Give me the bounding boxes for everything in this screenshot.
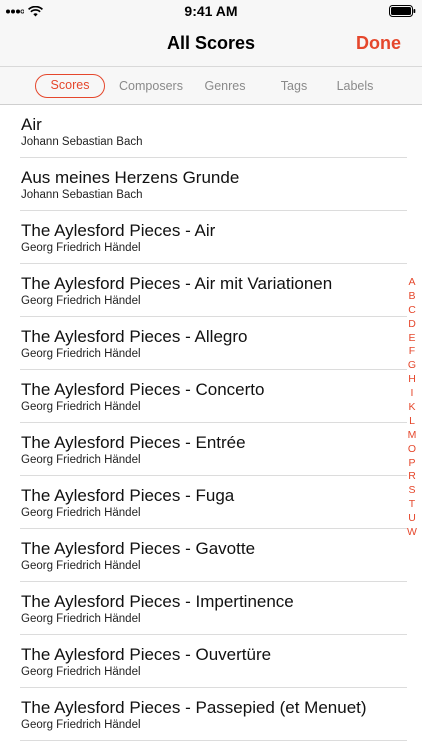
index-letter-w[interactable]: W: [405, 526, 419, 540]
score-composer: Johann Sebastian Bach: [21, 136, 143, 148]
section-index[interactable]: A B C D E F G H I K L M O P R S T U W: [405, 276, 419, 540]
score-title: The Aylesford Pieces - Ouvertüre: [21, 645, 272, 664]
score-composer: Georg Friedrich Händel: [21, 242, 141, 254]
score-composer: Georg Friedrich Händel: [21, 560, 141, 572]
index-letter-e[interactable]: E: [405, 332, 419, 346]
score-row-aylesford-entree[interactable]: The Aylesford Pieces - Entrée Georg Frie…: [0, 423, 422, 476]
score-composer: Georg Friedrich Händel: [21, 507, 141, 519]
score-title: The Aylesford Pieces - Air mit Variation…: [21, 274, 333, 293]
done-button[interactable]: Done: [356, 33, 401, 54]
score-row-aylesford-impertinence[interactable]: The Aylesford Pieces - Impertinence Geor…: [0, 582, 422, 635]
score-title: The Aylesford Pieces - Gavotte: [21, 539, 256, 558]
index-letter-g[interactable]: G: [405, 359, 419, 373]
index-letter-c[interactable]: C: [405, 304, 419, 318]
score-title: Aus meines Herzens Grunde: [21, 168, 240, 187]
score-composer: Georg Friedrich Händel: [21, 401, 141, 413]
score-row-aylesford-passepied[interactable]: The Aylesford Pieces - Passepied (et Men…: [0, 688, 422, 741]
score-composer: Georg Friedrich Händel: [21, 666, 141, 678]
score-row-aylesford-allegro[interactable]: The Aylesford Pieces - Allegro Georg Fri…: [0, 317, 422, 370]
score-row-aylesford-concerto[interactable]: The Aylesford Pieces - Concerto Georg Fr…: [0, 370, 422, 423]
score-composer: Georg Friedrich Händel: [21, 348, 141, 360]
score-composer: Georg Friedrich Händel: [21, 719, 141, 731]
index-letter-o[interactable]: O: [405, 443, 419, 457]
score-row-aylesford-fuga[interactable]: The Aylesford Pieces - Fuga Georg Friedr…: [0, 476, 422, 529]
index-letter-l[interactable]: L: [405, 415, 419, 429]
score-composer: Johann Sebastian Bach: [21, 189, 143, 201]
score-row-aylesford-ouverture[interactable]: The Aylesford Pieces - Ouvertüre Georg F…: [0, 635, 422, 688]
tab-composers[interactable]: Composers: [112, 74, 190, 98]
status-right: [389, 4, 416, 18]
score-row-aylesford-gavotte[interactable]: The Aylesford Pieces - Gavotte Georg Fri…: [0, 529, 422, 582]
index-letter-k[interactable]: K: [405, 401, 419, 415]
score-title: The Aylesford Pieces - Concerto: [21, 380, 265, 399]
battery-icon: [389, 5, 416, 17]
score-title: The Aylesford Pieces - Entrée: [21, 433, 246, 452]
score-title: The Aylesford Pieces - Allegro: [21, 327, 248, 346]
tab-tags[interactable]: Tags: [272, 74, 316, 98]
score-title: Air: [21, 115, 42, 134]
score-title: The Aylesford Pieces - Air: [21, 221, 216, 240]
score-row-aylesford-air-mit-variationen[interactable]: The Aylesford Pieces - Air mit Variation…: [0, 264, 422, 317]
navigation-bar: All Scores Done: [0, 22, 422, 66]
index-letter-u[interactable]: U: [405, 512, 419, 526]
score-title: The Aylesford Pieces - Passepied (et Men…: [21, 698, 367, 717]
index-letter-t[interactable]: T: [405, 498, 419, 512]
score-row-air[interactable]: Air Johann Sebastian Bach: [0, 105, 422, 158]
index-letter-i[interactable]: I: [405, 387, 419, 401]
index-letter-b[interactable]: B: [405, 290, 419, 304]
score-row-aus-meines-herzens-grunde[interactable]: Aus meines Herzens Grunde Johann Sebasti…: [0, 158, 422, 211]
index-letter-f[interactable]: F: [405, 345, 419, 359]
score-composer: Georg Friedrich Händel: [21, 295, 141, 307]
score-row-aylesford-air[interactable]: The Aylesford Pieces - Air Georg Friedri…: [0, 211, 422, 264]
tab-genres[interactable]: Genres: [200, 74, 250, 98]
score-title: The Aylesford Pieces - Fuga: [21, 486, 235, 505]
tab-labels[interactable]: Labels: [330, 74, 380, 98]
score-composer: Georg Friedrich Händel: [21, 454, 141, 466]
index-letter-p[interactable]: P: [405, 457, 419, 471]
segment-control: Scores Composers Genres Tags Labels: [0, 66, 422, 105]
index-letter-d[interactable]: D: [405, 318, 419, 332]
status-bar: 9:41 AM: [0, 0, 422, 22]
score-composer: Georg Friedrich Händel: [21, 613, 141, 625]
scores-list: Air Johann Sebastian Bach Aus meines Her…: [0, 105, 422, 741]
index-letter-s[interactable]: S: [405, 484, 419, 498]
score-title: The Aylesford Pieces - Impertinence: [21, 592, 294, 611]
index-letter-r[interactable]: R: [405, 470, 419, 484]
index-letter-a[interactable]: A: [405, 276, 419, 290]
index-letter-m[interactable]: M: [405, 429, 419, 443]
status-time: 9:41 AM: [184, 3, 238, 19]
index-letter-h[interactable]: H: [405, 373, 419, 387]
tab-scores[interactable]: Scores: [35, 74, 105, 98]
